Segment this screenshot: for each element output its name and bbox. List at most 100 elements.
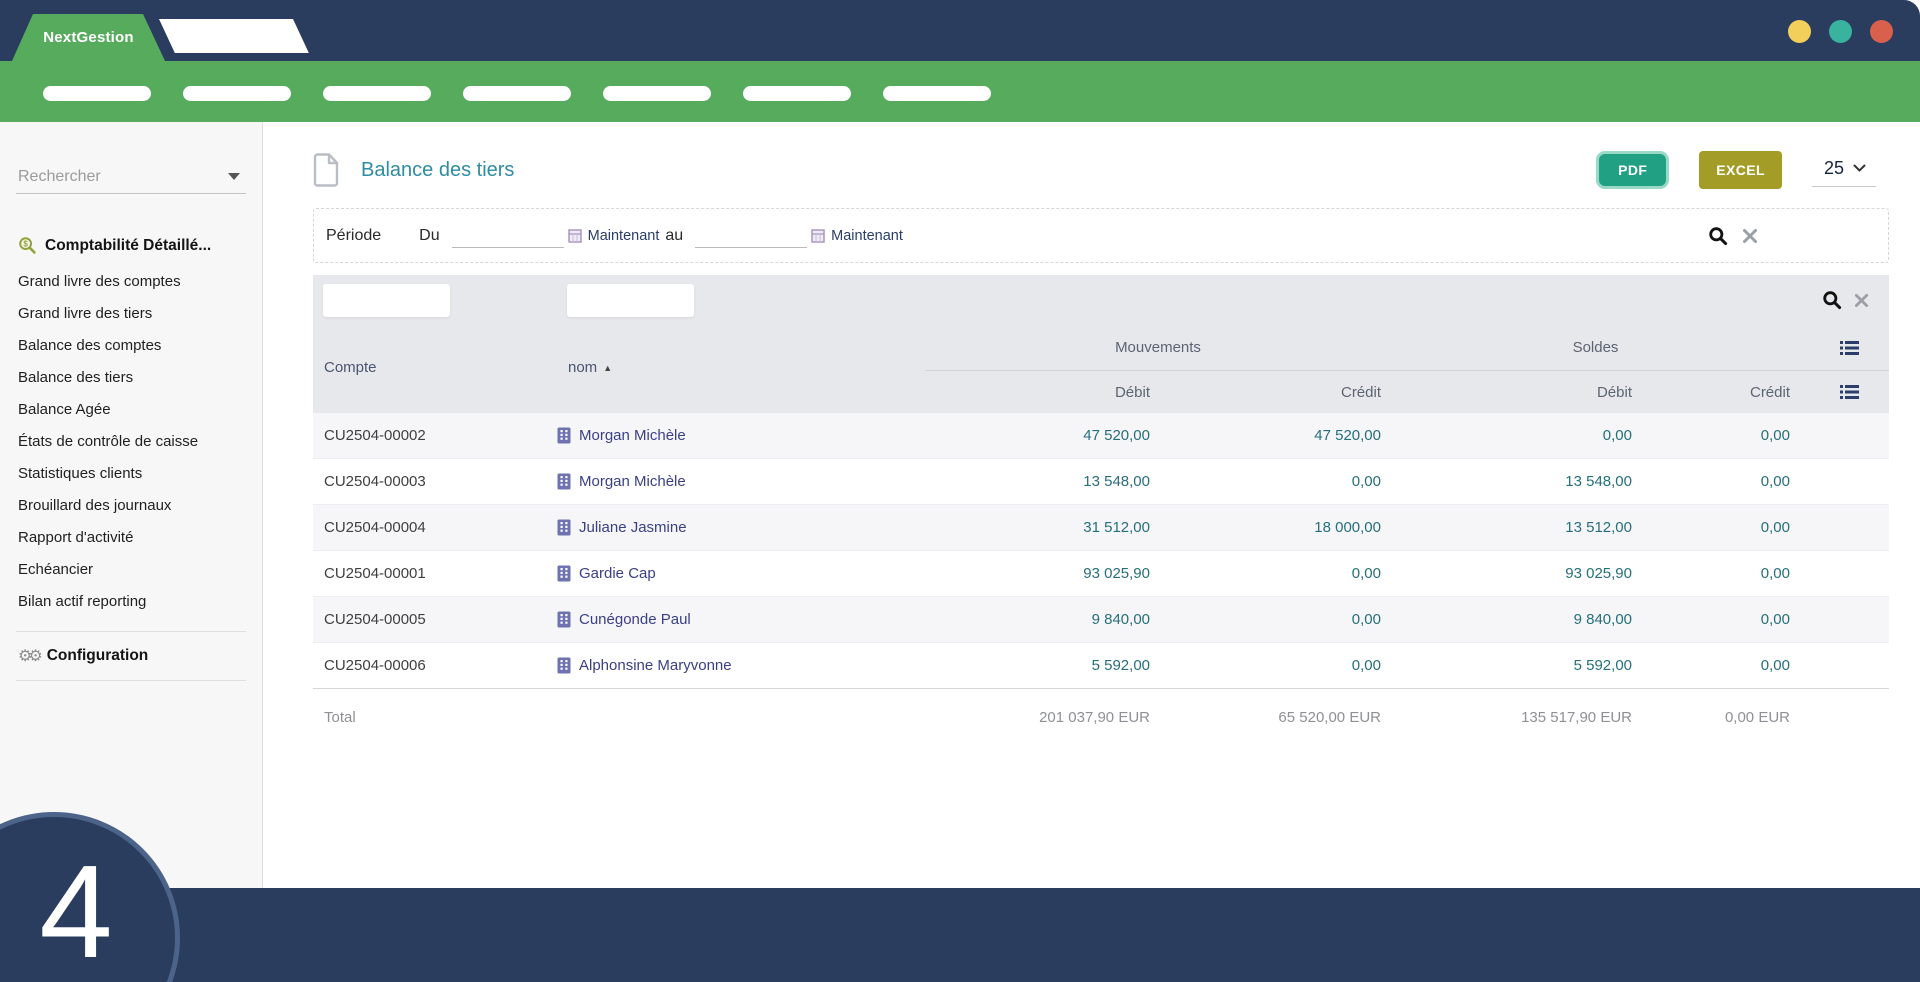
cell-sold-credit: 0,00: [1760, 427, 1790, 444]
sidebar-section-comptabilite[interactable]: $ Comptabilité Détaillé...: [18, 236, 246, 255]
nav-item-placeholder-2[interactable]: [183, 86, 291, 101]
table-subheader-row: Débit Crédit Débit Crédit: [313, 371, 1889, 413]
sidebar-item-etats-controle-caisse[interactable]: États de contrôle de caisse: [16, 425, 246, 457]
total-mouv-debit: 201 037,90 EUR: [1039, 709, 1150, 726]
period-to-input[interactable]: [695, 223, 808, 248]
clear-icon[interactable]: [1854, 293, 1869, 308]
sidebar-divider: [16, 631, 246, 632]
sidebar-item-grand-livre-tiers[interactable]: Grand livre des tiers: [16, 297, 246, 329]
cell-nom: Gardie Cap: [557, 565, 925, 582]
brand-logo-text: NextGestion: [43, 29, 134, 46]
page-size-select[interactable]: 25: [1811, 154, 1876, 187]
top-title-bar: NextGestion: [0, 0, 1920, 61]
table-row[interactable]: CU2504-00002 Morgan Michèle 47 520,00 47…: [313, 413, 1889, 459]
sidebar-item-echeancier[interactable]: Echéancier: [16, 553, 246, 585]
pdf-button[interactable]: PDF: [1596, 151, 1670, 189]
nav-item-placeholder-3[interactable]: [323, 86, 431, 101]
cell-compte: CU2504-00005: [324, 611, 426, 628]
table-row[interactable]: CU2504-00004 Juliane Jasmine 31 512,00 1…: [313, 505, 1889, 551]
cell-sold-credit: 0,00: [1760, 657, 1790, 674]
nav-item-placeholder-7[interactable]: [883, 86, 991, 101]
table-total-row: Total 201 037,90 EUR 65 520,00 EUR 135 5…: [313, 688, 1889, 746]
period-filter-box: Période Du Maintenant au Maintenant: [313, 208, 1889, 263]
table-row[interactable]: CU2504-00005 Cunégonde Paul 9 840,00 0,0…: [313, 597, 1889, 643]
search-placeholder: Rechercher: [18, 167, 101, 185]
window-dot-red[interactable]: [1870, 20, 1893, 43]
chevron-down-icon: [228, 173, 240, 180]
title-actions: PDF EXCEL 25: [1596, 151, 1876, 189]
cell-nom: Cunégonde Paul: [557, 611, 925, 628]
period-label: Période: [326, 226, 382, 244]
col-header-sold-debit: Débit: [1596, 383, 1632, 401]
search-icon[interactable]: [1708, 226, 1728, 246]
group-header-soldes: Soldes: [1391, 325, 1800, 371]
company-icon: [557, 473, 571, 490]
cell-mouv-debit: 5 592,00: [1091, 657, 1150, 674]
sidebar-config-title: Configuration: [46, 647, 149, 664]
app-window: NextGestion Rechercher $ Comptabilité Dé…: [0, 0, 1920, 982]
compte-filter-input[interactable]: [323, 283, 450, 317]
cell-compte: CU2504-00003: [324, 473, 426, 490]
clear-icon[interactable]: [1742, 228, 1758, 244]
table-row[interactable]: CU2504-00001 Gardie Cap 93 025,90 0,00 9…: [313, 551, 1889, 597]
nav-item-placeholder-4[interactable]: [463, 86, 571, 101]
col-header-mouv-debit: Débit: [1114, 383, 1150, 401]
table-filter-actions: [1800, 290, 1889, 310]
window-dot-teal[interactable]: [1829, 20, 1852, 43]
calendar-icon[interactable]: [811, 228, 825, 243]
cell-mouv-credit: 18 000,00: [1314, 519, 1381, 536]
cell-mouv-credit: 0,00: [1351, 657, 1381, 674]
search-icon[interactable]: [1822, 290, 1842, 310]
table-row[interactable]: CU2504-00006 Alphonsine Maryvonne 5 592,…: [313, 643, 1889, 689]
nav-item-placeholder-1[interactable]: [43, 86, 151, 101]
total-label: Total: [324, 709, 356, 726]
company-icon: [557, 565, 571, 582]
column-list-icon[interactable]: [1840, 340, 1859, 356]
sidebar-item-balance-agee[interactable]: Balance Agée: [16, 393, 246, 425]
main-content: Balance des tiers PDF EXCEL 25 Période D…: [263, 122, 1920, 888]
cell-nom: Morgan Michèle: [557, 427, 925, 444]
period-to-now-link[interactable]: Maintenant: [831, 228, 903, 244]
total-sold-credit: 0,00 EUR: [1724, 709, 1790, 726]
nav-item-placeholder-6[interactable]: [743, 86, 851, 101]
nav-item-placeholder-5[interactable]: [603, 86, 711, 101]
sidebar-item-balance-tiers[interactable]: Balance des tiers: [16, 361, 246, 393]
sidebar-section-configuration[interactable]: ⚙⚙ Configuration: [18, 646, 246, 666]
money-search-icon: $: [19, 237, 36, 254]
cell-mouv-debit: 13 548,00: [1083, 473, 1150, 490]
column-list-icon[interactable]: [1840, 384, 1859, 400]
nom-filter-input[interactable]: [567, 283, 694, 317]
sidebar-item-grand-livre-comptes[interactable]: Grand livre des comptes: [16, 265, 246, 297]
cell-sold-credit: 0,00: [1760, 565, 1790, 582]
sidebar-item-bilan-actif-reporting[interactable]: Bilan actif reporting: [16, 585, 246, 617]
sidebar-item-statistiques-clients[interactable]: Statistiques clients: [16, 457, 246, 489]
page-title: Balance des tiers: [361, 158, 515, 181]
main-nav-bar: [0, 61, 1920, 122]
cell-nom: Juliane Jasmine: [557, 519, 925, 536]
sidebar-item-balance-comptes[interactable]: Balance des comptes: [16, 329, 246, 361]
cell-mouv-credit: 47 520,00: [1314, 427, 1381, 444]
excel-button[interactable]: EXCEL: [1699, 151, 1782, 189]
sidebar-item-rapport-activite[interactable]: Rapport d'activité: [16, 521, 246, 553]
col-header-compte[interactable]: Compte: [324, 359, 377, 376]
company-icon: [557, 427, 571, 444]
cell-sold-credit: 0,00: [1760, 519, 1790, 536]
col-header-nom[interactable]: nom ▲: [568, 359, 612, 376]
col-header-mouv-credit: Crédit: [1340, 383, 1381, 401]
cell-mouv-credit: 0,00: [1351, 473, 1381, 490]
period-from-now-link[interactable]: Maintenant: [588, 228, 660, 244]
cell-mouv-credit: 0,00: [1351, 565, 1381, 582]
calendar-icon[interactable]: [567, 228, 582, 243]
table-row[interactable]: CU2504-00003 Morgan Michèle 13 548,00 0,…: [313, 459, 1889, 505]
period-from-label: Du: [419, 226, 440, 244]
sidebar-search-select[interactable]: Rechercher: [16, 160, 246, 194]
period-to-label: au: [665, 226, 684, 244]
window-dot-yellow[interactable]: [1788, 20, 1811, 43]
brand-tab[interactable]: NextGestion: [12, 14, 165, 61]
cell-sold-debit: 0,00: [1602, 427, 1632, 444]
cell-sold-debit: 9 840,00: [1573, 611, 1632, 628]
cell-compte: CU2504-00004: [324, 519, 426, 536]
sidebar-item-brouillard-journaux[interactable]: Brouillard des journaux: [16, 489, 246, 521]
period-from-input[interactable]: [451, 223, 564, 248]
period-actions: [1708, 226, 1758, 246]
